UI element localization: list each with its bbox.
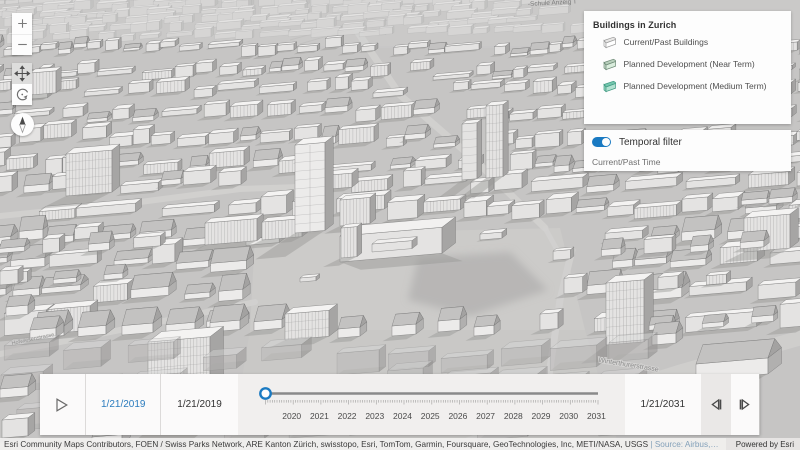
svg-text:2026: 2026	[448, 411, 467, 421]
svg-text:2030: 2030	[559, 411, 578, 421]
svg-text:2028: 2028	[504, 411, 523, 421]
svg-text:2020: 2020	[282, 411, 301, 421]
svg-text:2021: 2021	[310, 411, 329, 421]
svg-text:2031: 2031	[587, 411, 606, 421]
svg-text:2023: 2023	[365, 411, 384, 421]
svg-text:2029: 2029	[531, 411, 550, 421]
svg-text:2027: 2027	[476, 411, 495, 421]
svg-text:2022: 2022	[338, 411, 357, 421]
svg-text:2024: 2024	[393, 411, 412, 421]
svg-text:2025: 2025	[421, 411, 440, 421]
